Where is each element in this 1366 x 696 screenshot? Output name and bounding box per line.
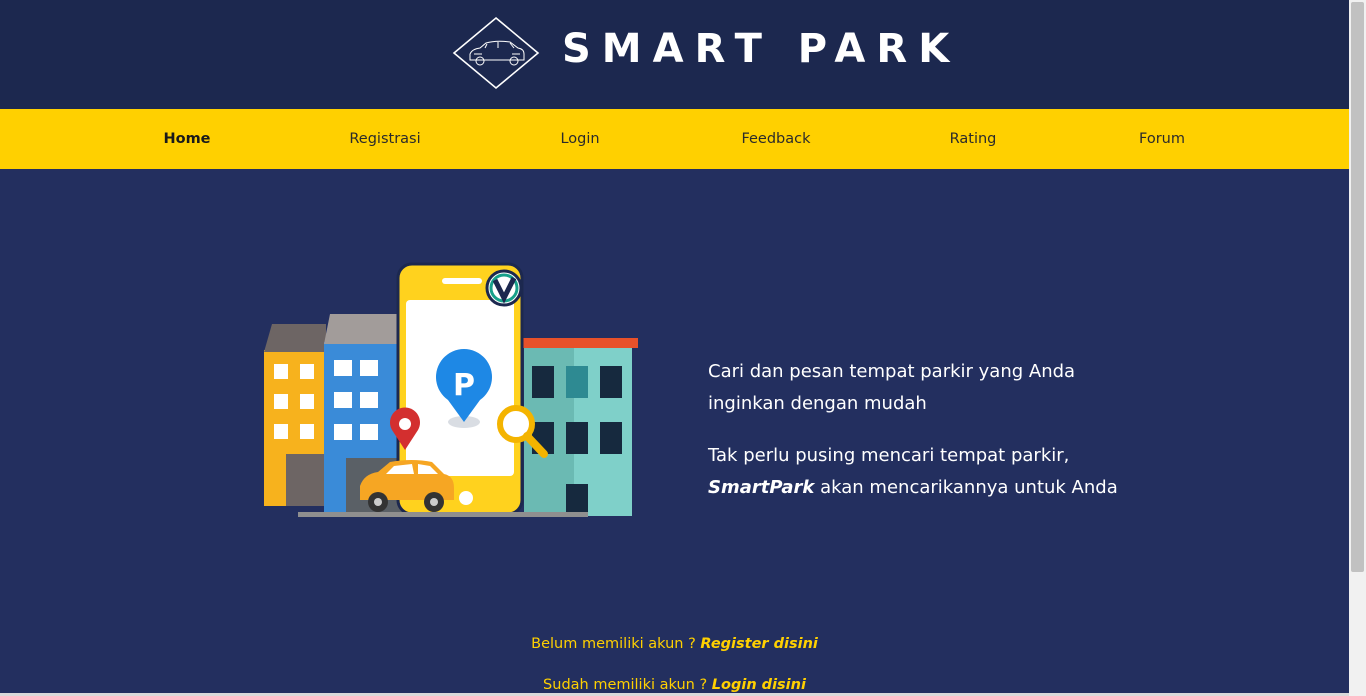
nav-rating[interactable]: Rating	[903, 109, 1043, 169]
hero-line-2: Tak perlu pusing mencari tempat parkir, …	[708, 440, 1128, 504]
hero-line-1: Cari dan pesan tempat parkir yang Anda i…	[708, 361, 1076, 414]
register-link[interactable]: Register disini	[700, 636, 817, 652]
hero-brand: SmartPark	[708, 477, 815, 498]
nav-registrasi[interactable]: Registrasi	[315, 109, 455, 169]
car-diamond-logo-icon[interactable]	[452, 16, 540, 90]
site-header: SMART PARK	[0, 0, 1349, 109]
login-text: Sudah memiliki akun ?	[543, 677, 708, 693]
svg-text:P: P	[453, 368, 475, 403]
nav-forum[interactable]: Forum	[1092, 109, 1232, 169]
main-nav: Home Registrasi Login Feedback Rating Fo…	[0, 109, 1349, 169]
nav-feedback[interactable]: Feedback	[706, 109, 846, 169]
register-text: Belum memiliki akun ?	[531, 636, 696, 652]
vertical-scrollbar-thumb[interactable]	[1351, 2, 1364, 572]
city-parking-phone-illustration: P	[264, 262, 638, 517]
hero-line-2-prefix: Tak perlu pusing mencari tempat parkir,	[708, 445, 1070, 466]
register-prompt: Belum memiliki akun ? Register disini	[0, 636, 1349, 652]
nav-home[interactable]: Home	[117, 109, 257, 169]
brand-title[interactable]: SMART PARK	[562, 24, 960, 74]
login-link[interactable]: Login disini	[712, 677, 806, 693]
nav-login[interactable]: Login	[510, 109, 650, 169]
hero-line-2-suffix: akan mencarikannya untuk Anda	[820, 477, 1118, 498]
login-prompt: Sudah memiliki akun ? Login disini	[0, 677, 1349, 693]
hero-text: Cari dan pesan tempat parkir yang Anda i…	[708, 356, 1128, 524]
